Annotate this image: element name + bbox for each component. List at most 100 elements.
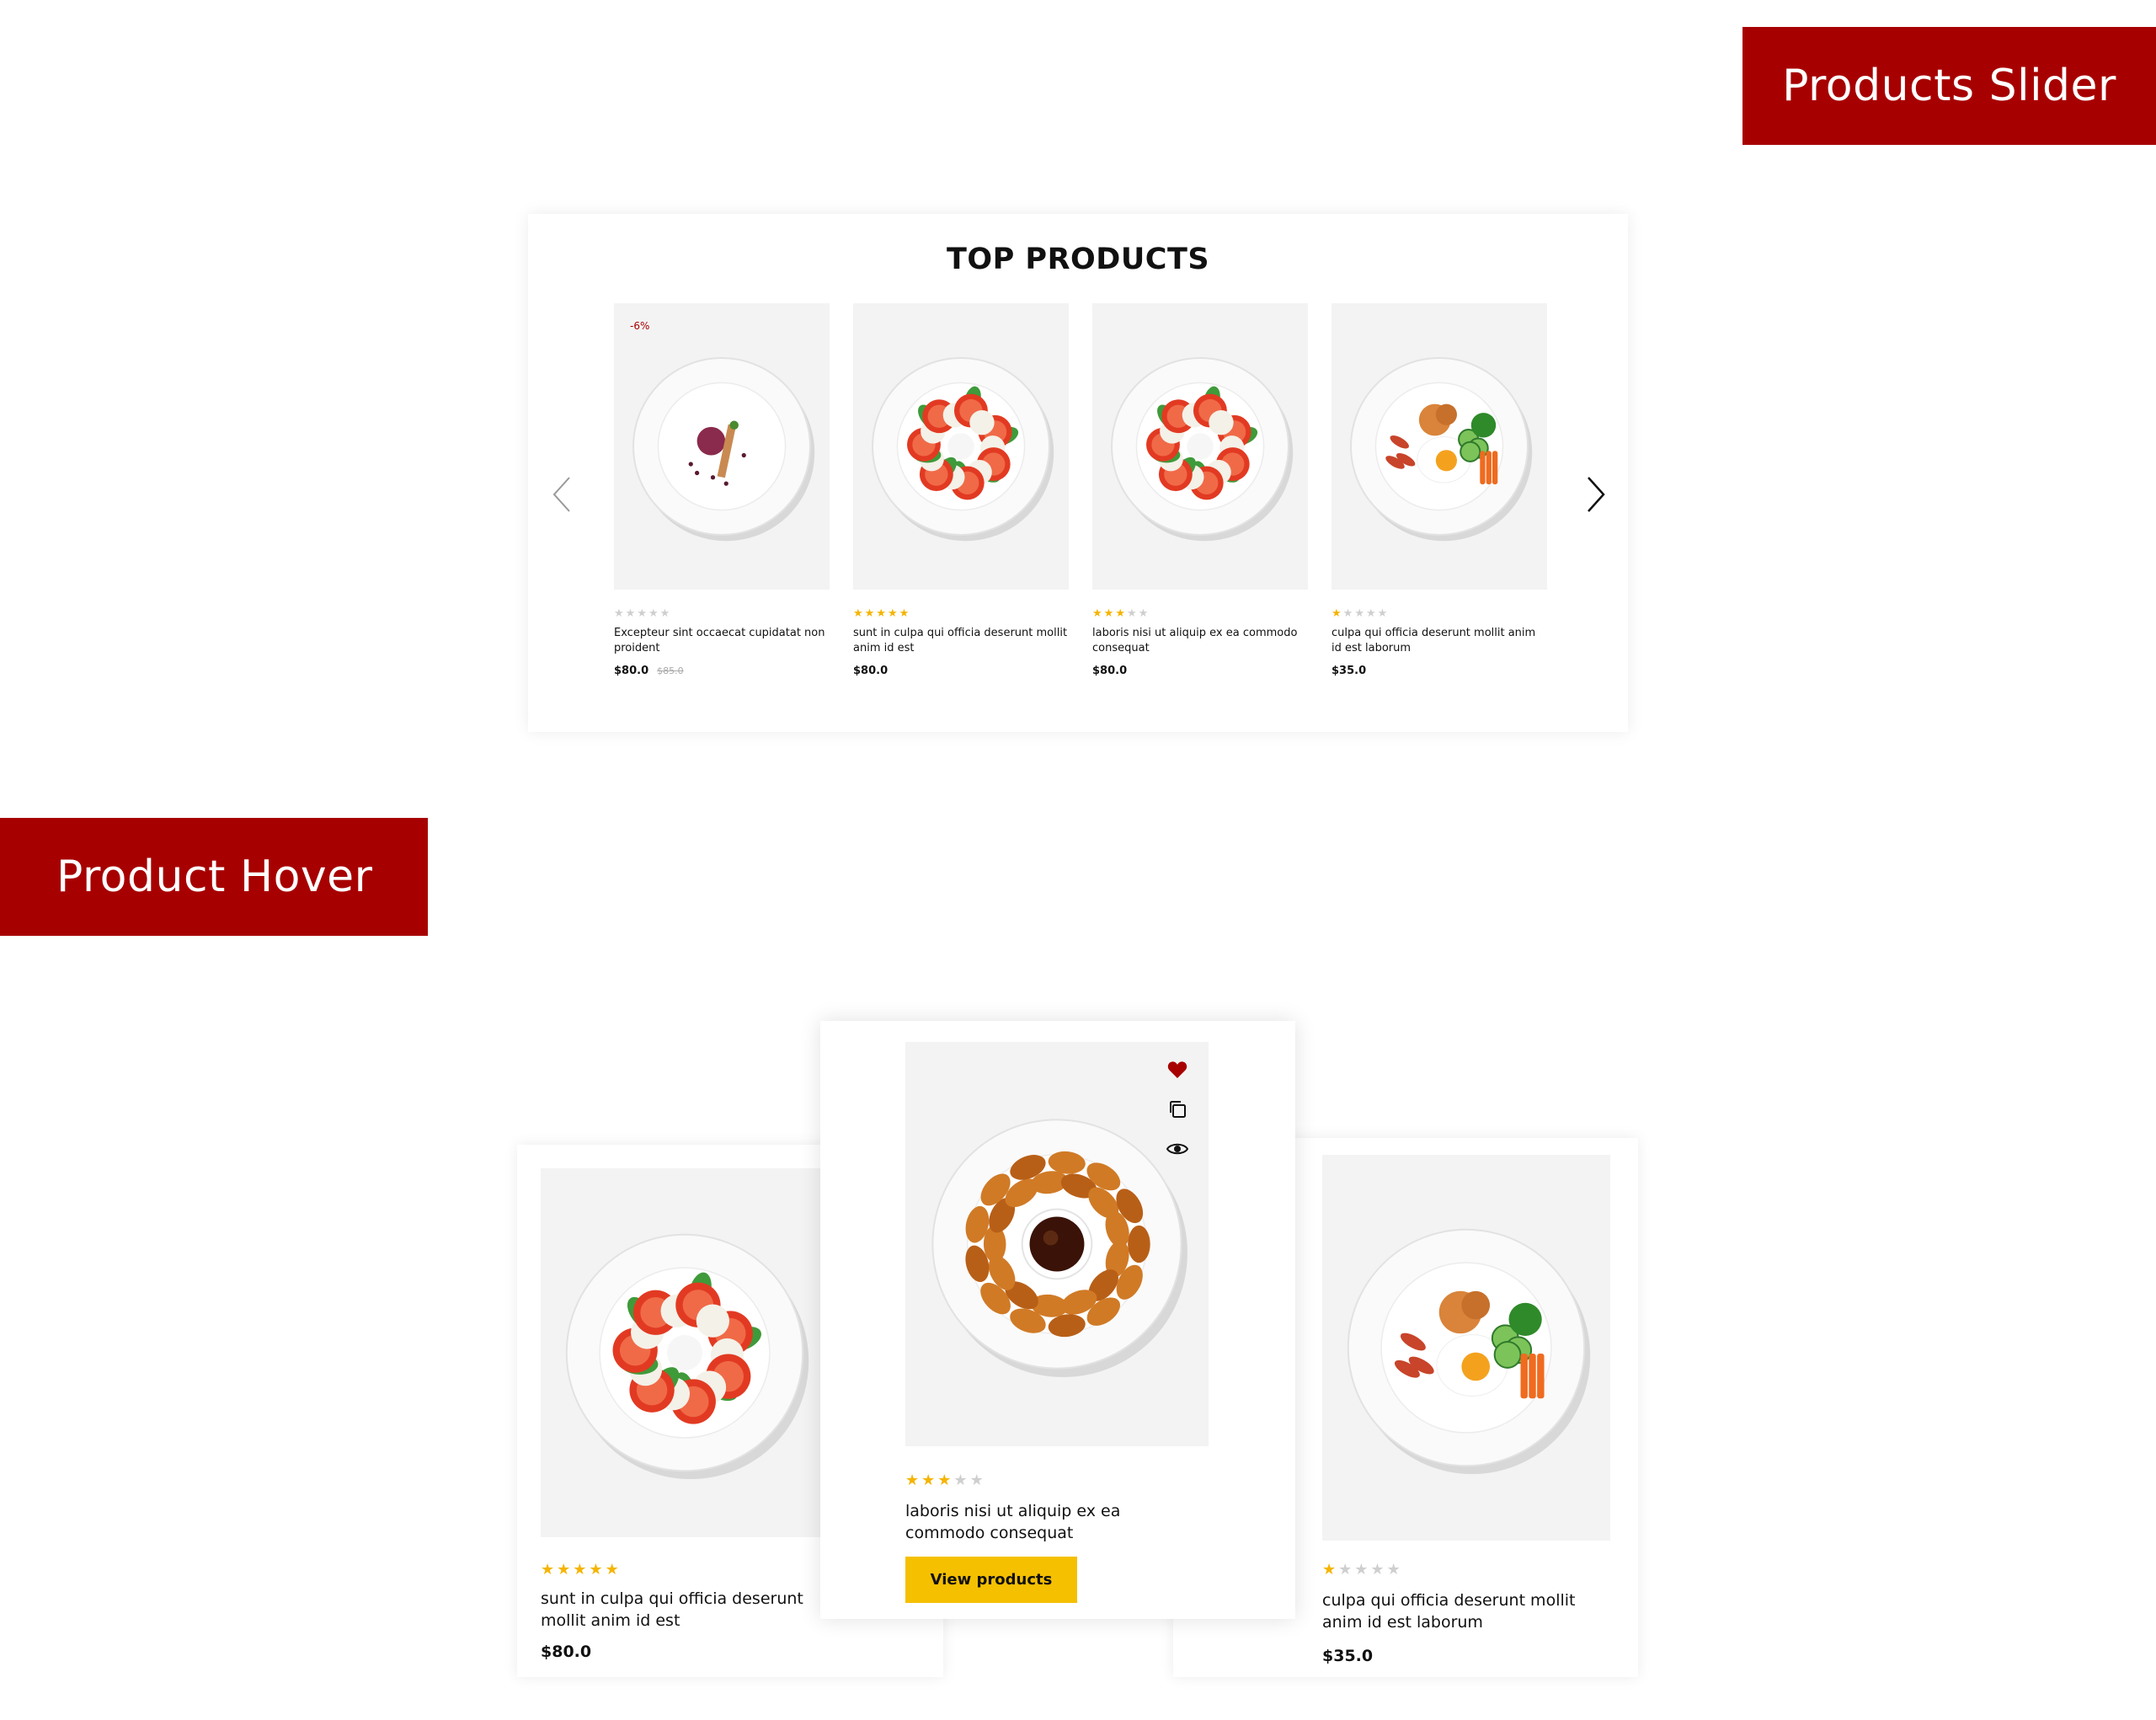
star-empty-icon: ★	[625, 607, 636, 620]
product-hover-banner: Product Hover	[0, 818, 428, 936]
section-title: TOP PRODUCTS	[946, 243, 1210, 276]
star-filled-icon: ★	[589, 1561, 603, 1578]
product-price: $80.0	[541, 1643, 592, 1661]
slider-prev-button[interactable]	[545, 469, 579, 520]
product-price: $80.0	[853, 665, 889, 677]
product-image[interactable]	[541, 1168, 829, 1537]
star-filled-icon: ★	[573, 1561, 587, 1578]
product-name-line: culpa qui officia deserunt mollit	[1322, 1591, 1576, 1610]
dessert-plate-image	[632, 357, 815, 542]
star-empty-icon: ★	[637, 607, 647, 620]
chevron-right-icon	[1588, 477, 1605, 512]
compare-button[interactable]	[1166, 1098, 1188, 1120]
star-rating: ★ ★ ★ ★ ★	[1331, 608, 1547, 619]
star-filled-icon: ★	[864, 607, 875, 620]
star-rating: ★ ★ ★ ★ ★	[905, 1473, 984, 1488]
star-filled-icon: ★	[541, 1561, 555, 1578]
product-name[interactable]: laboris nisi ut aliquip ex ea commodo co…	[1092, 626, 1308, 656]
star-empty-icon: ★	[614, 607, 624, 620]
star-rating: ★ ★ ★ ★ ★	[1322, 1562, 1401, 1578]
product-card[interactable]: ★ ★ ★ ★ ★ laboris nisi ut aliquip ex ea comm…	[1092, 303, 1308, 677]
product-name[interactable]: culpa qui officia deserunt mollit anim i…	[1322, 1589, 1609, 1633]
star-filled-icon: ★	[887, 607, 898, 620]
product-image[interactable]	[905, 1042, 1209, 1446]
breakfast-plate-image	[1350, 357, 1533, 542]
star-empty-icon: ★	[1354, 607, 1364, 620]
view-products-button[interactable]: View products	[905, 1557, 1077, 1603]
star-filled-icon: ★	[899, 607, 910, 620]
product-name[interactable]: culpa qui officia deserunt mollit anim i…	[1331, 626, 1547, 656]
product-price: $80.0	[1092, 665, 1128, 677]
star-empty-icon: ★	[1365, 607, 1376, 620]
star-filled-icon: ★	[1115, 607, 1125, 620]
product-name[interactable]: sunt in culpa qui officia deserunt molli…	[853, 626, 1069, 656]
star-empty-icon: ★	[1126, 607, 1137, 620]
star-empty-icon: ★	[648, 607, 659, 620]
star-empty-icon: ★	[1338, 1561, 1353, 1578]
star-filled-icon: ★	[853, 607, 863, 620]
product-name-line: laboris nisi ut aliquip ex ea	[905, 1502, 1121, 1520]
wishlist-button[interactable]	[1166, 1059, 1188, 1081]
eye-icon	[1166, 1143, 1188, 1155]
quick-view-button[interactable]	[1166, 1138, 1188, 1160]
star-empty-icon: ★	[1386, 1561, 1401, 1578]
product-name-line: commodo consequat	[905, 1524, 1074, 1542]
banner-label: Product Hover	[56, 852, 373, 902]
product-card-hovered[interactable]: ★ ★ ★ ★ ★ laboris nisi ut aliquip ex ea comm…	[820, 1021, 1295, 1619]
star-filled-icon: ★	[1092, 607, 1102, 620]
product-name[interactable]: laboris nisi ut aliquip ex ea commodo co…	[905, 1500, 1209, 1544]
products-slider-banner: Products Slider	[1742, 27, 2156, 145]
product-price: $80.0	[614, 665, 649, 677]
star-rating: ★ ★ ★ ★ ★	[541, 1562, 619, 1578]
star-empty-icon: ★	[659, 607, 670, 620]
product-image[interactable]: -6%	[614, 303, 830, 590]
star-empty-icon: ★	[1377, 607, 1388, 620]
product-image[interactable]	[1331, 303, 1547, 590]
star-empty-icon: ★	[1342, 607, 1353, 620]
product-image[interactable]	[1092, 303, 1308, 590]
product-name[interactable]: sunt in culpa qui officia deserunt molli…	[541, 1588, 827, 1632]
star-filled-icon: ★	[876, 607, 886, 620]
compare-icon	[1170, 1101, 1186, 1118]
caprese-plate-image	[1111, 357, 1294, 542]
heart-icon	[1167, 1061, 1187, 1078]
fried-chicken-plate-image	[931, 1119, 1187, 1377]
product-image[interactable]	[853, 303, 1069, 590]
star-empty-icon: ★	[1370, 1561, 1385, 1578]
product-name[interactable]: Excepteur sint occaecat cupidatat non pr…	[614, 626, 830, 656]
star-filled-icon: ★	[921, 1472, 936, 1489]
star-empty-icon: ★	[1354, 1561, 1369, 1578]
product-actions	[1166, 1059, 1188, 1160]
star-empty-icon: ★	[1138, 607, 1149, 620]
star-filled-icon: ★	[937, 1472, 952, 1489]
banner-label: Products Slider	[1782, 61, 2116, 111]
star-filled-icon: ★	[1331, 607, 1342, 620]
star-empty-icon: ★	[969, 1472, 984, 1489]
star-filled-icon: ★	[1322, 1561, 1337, 1578]
breakfast-plate-image	[1347, 1228, 1591, 1475]
star-filled-icon: ★	[1103, 607, 1114, 620]
discount-badge: -6%	[630, 320, 650, 332]
star-filled-icon: ★	[905, 1472, 920, 1489]
product-price: $35.0	[1322, 1647, 1374, 1665]
product-card[interactable]: ★ ★ ★ ★ ★ sunt in culpa qui officia deserunt…	[853, 303, 1069, 677]
star-rating: ★ ★ ★ ★ ★	[853, 608, 1069, 619]
chevron-left-icon	[552, 477, 570, 512]
caprese-plate-image	[565, 1233, 809, 1480]
product-card[interactable]: -6% ★ ★ ★ ★ ★ Excepteur sint occaecat cupida…	[614, 303, 830, 677]
top-products-slider: TOP PRODUCTS -6% ★ ★ ★ ★ ★ Excepteur sint oc…	[528, 214, 1628, 732]
caprese-plate-image	[872, 357, 1054, 542]
star-rating: ★ ★ ★ ★ ★	[1092, 608, 1308, 619]
product-card[interactable]: ★ ★ ★ ★ ★ culpa qui officia deserunt mollit …	[1331, 303, 1547, 677]
star-empty-icon: ★	[953, 1472, 968, 1489]
product-name-line: mollit anim id est	[541, 1611, 680, 1630]
product-name-line: anim id est laborum	[1322, 1613, 1483, 1632]
star-filled-icon: ★	[557, 1561, 571, 1578]
product-image[interactable]	[1322, 1155, 1610, 1541]
slider-next-button[interactable]	[1579, 469, 1613, 520]
star-rating: ★ ★ ★ ★ ★	[614, 608, 830, 619]
old-price: $85.0	[657, 665, 684, 676]
star-filled-icon: ★	[605, 1561, 619, 1578]
product-price: $35.0	[1331, 665, 1367, 677]
product-name-line: sunt in culpa qui officia deserunt	[541, 1589, 803, 1608]
